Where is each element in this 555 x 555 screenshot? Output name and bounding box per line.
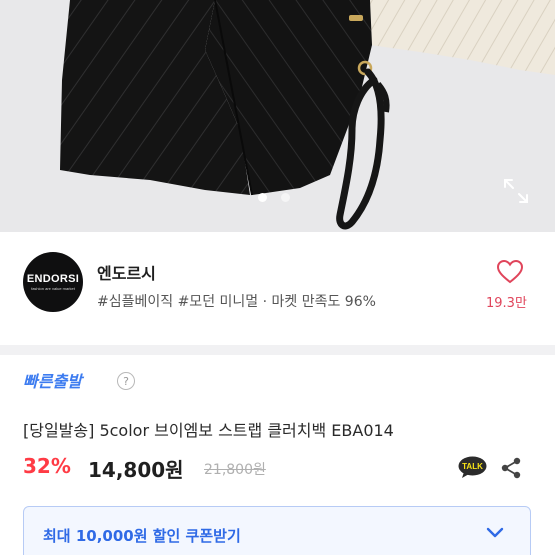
heart-icon[interactable] (497, 260, 523, 284)
original-price: 21,800원 (204, 462, 266, 478)
discount-rate: 32% (23, 454, 71, 478)
chevron-down-icon (486, 527, 504, 538)
store-logo[interactable]: ENDORSI fashion are value market (23, 252, 83, 312)
section-divider (0, 345, 555, 355)
coupon-button[interactable]: 최대 10,000원 할인 쿠폰받기 (23, 506, 531, 555)
store-logo-tagline: fashion are value market (31, 286, 75, 291)
share-icon[interactable] (500, 457, 522, 479)
product-image[interactable] (0, 0, 555, 232)
carousel-dot-active[interactable] (258, 193, 267, 202)
store-tags: #심플베이직 #모던 미니멀 · 마켓 만족도 96% (97, 294, 376, 310)
like-count: 19.3만 (486, 296, 527, 311)
coupon-label: 최대 10,000원 할인 쿠폰받기 (43, 527, 241, 545)
kakaotalk-icon-label: TALK (462, 462, 483, 471)
kakaotalk-icon[interactable]: TALK (458, 456, 487, 478)
info-icon[interactable]: ? (117, 372, 135, 390)
expand-icon[interactable] (503, 178, 529, 204)
fast-shipping-label: 빠른출발 (23, 372, 82, 391)
carousel-dot[interactable] (281, 193, 290, 202)
store-logo-name: ENDORSI (26, 273, 80, 285)
product-title: [당일발송] 5color 브이엠보 스트랩 클러치백 EBA014 (23, 421, 394, 440)
carousel-indicator[interactable] (258, 193, 290, 202)
sale-price: 14,800원 (88, 458, 184, 482)
store-section (0, 232, 555, 345)
store-name[interactable]: 엔도르시 (97, 260, 156, 284)
